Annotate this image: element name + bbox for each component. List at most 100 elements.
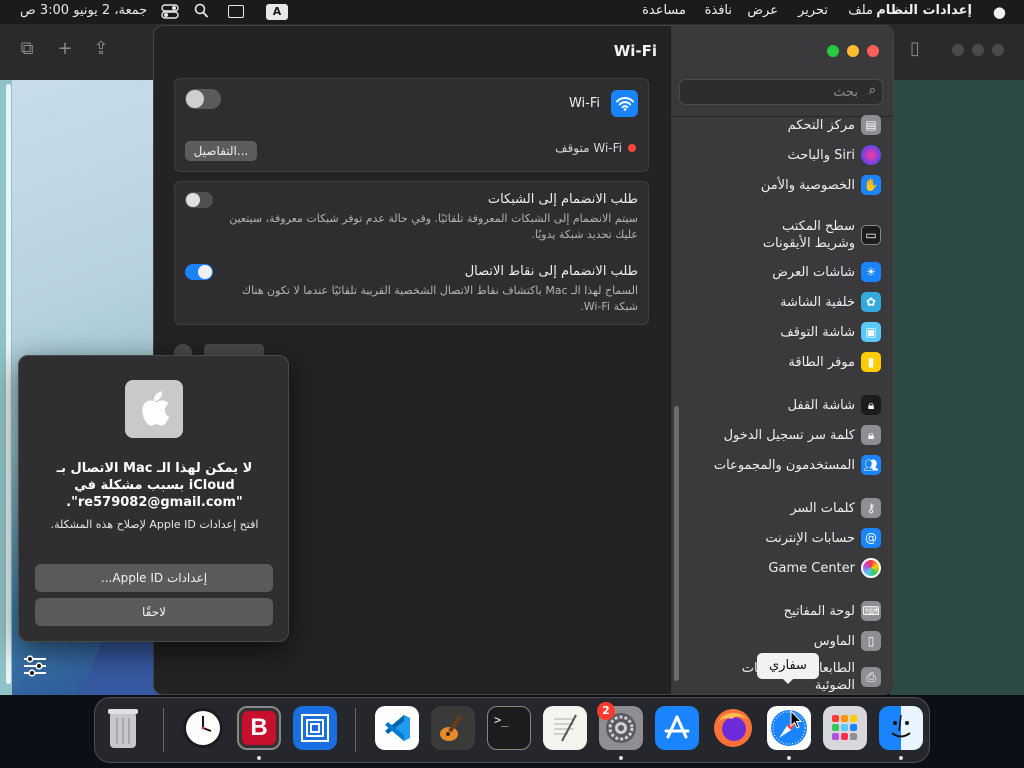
control-center-icon[interactable] [161, 4, 179, 19]
ask-join-hotspots-toggle[interactable] [185, 264, 213, 280]
menu-app-name[interactable]: إعدادات النظام [876, 3, 972, 18]
sidebar-item-label: شاشات العرض [772, 264, 855, 280]
textedit-icon[interactable] [543, 706, 587, 750]
copy-icon[interactable]: ⧉ [16, 38, 38, 60]
screens-app-icon[interactable] [293, 706, 337, 750]
dialog-title: لا يمكن لهذا الـ Mac الاتصال بـ iCloud ب… [56, 461, 253, 510]
finder-icon[interactable] [879, 706, 923, 750]
launchpad-icon[interactable] [823, 706, 867, 750]
sidebar-item-label: الخصوصية والأمن [760, 177, 855, 193]
battery-icon: ▮ [861, 352, 881, 372]
menu-help[interactable]: مساعدة [642, 3, 686, 18]
sidebar-item-passwords[interactable]: ⚷ كلمات السر [675, 498, 881, 518]
wifi-status-text: Wi-Fi متوقف [555, 141, 622, 155]
page-title: Wi-Fi [613, 42, 657, 60]
wifi-label: Wi-Fi [568, 96, 600, 111]
garageband-icon[interactable] [431, 706, 475, 750]
window-icon[interactable] [228, 5, 244, 18]
plus-icon[interactable]: + [54, 38, 76, 60]
sidebar-item-siri[interactable]: Siri والباحث [675, 145, 881, 165]
wifi-panel: Wi-Fi Wi-Fi متوقف التفاصيل... [174, 78, 649, 172]
menu-bar-clock[interactable]: جمعة، 2 يونيو 3:00 ص [20, 3, 147, 18]
bitdefender-icon[interactable]: B [237, 706, 281, 750]
share-icon[interactable]: ⇪ [90, 38, 112, 60]
sidebar-item-privacy[interactable]: ✋ الخصوصية والأمن [675, 175, 881, 195]
sidebar-item-label: لوحة المفاتيح [783, 603, 855, 619]
background-scroll-line [6, 84, 11, 684]
toggle-knob [186, 193, 200, 207]
clock-app-icon[interactable] [181, 706, 225, 750]
sidebar-item-label: كلمة سر تسجيل الدخول [723, 427, 855, 443]
sidebar-item-label: سطح المكتب وشريط الأيقونات [762, 219, 855, 251]
dialog-message: افتح إعدادات Apple ID لإصلاح هذه المشكلة… [50, 518, 259, 531]
sidebar-item-wallpaper[interactable]: ✿ خلفية الشاشة [675, 292, 881, 312]
sidebar-item-screensaver[interactable]: ▣ شاشة التوقف [675, 322, 881, 342]
window-control-dot[interactable] [992, 44, 1004, 56]
menu-view[interactable]: عرض [747, 3, 778, 18]
trash-icon[interactable] [101, 706, 145, 750]
wifi-status: Wi-Fi متوقف [555, 141, 636, 155]
menu-bar: ● إعدادات النظام ملف تحرير عرض نافذة مسا… [0, 0, 1024, 24]
background-window-right [890, 80, 1024, 695]
sidebar-item-internet-accounts[interactable]: @ حسابات الإنترنت [675, 528, 881, 548]
minimize-window-button[interactable] [847, 45, 859, 57]
window-control-dot[interactable] [972, 44, 984, 56]
dock-icon: ▭ [861, 225, 881, 245]
sidebar-item-energy-saver[interactable]: ▮ موفر الطاقة [675, 352, 881, 372]
apple-menu-icon[interactable]: ● [993, 3, 1006, 21]
keyboard-icon: ⌨ [861, 601, 881, 621]
lock-icon: 🔒︎ [861, 425, 881, 445]
sidebar-item-mouse[interactable]: ▯ الماوس [675, 631, 881, 651]
zoom-window-button[interactable] [827, 45, 839, 57]
settings-sidebar: ⌕ ▤ مركز التحكم Siri والباحث ✋ الخصوصية … [670, 26, 893, 694]
app-store-icon[interactable] [655, 706, 699, 750]
firefox-icon[interactable] [711, 706, 755, 750]
sidebar-item-label: شاشة القفل [787, 397, 855, 413]
later-button[interactable]: لاحقًا [35, 598, 273, 626]
privacy-hand-icon: ✋ [861, 175, 881, 195]
notification-badge: 2 [597, 702, 615, 720]
ask-join-networks-description: سيتم الانضمام إلى الشبكات المعروفة تلقائ… [229, 212, 638, 241]
sidebar-item-displays[interactable]: ☀ شاشات العرض [675, 262, 881, 282]
menu-file[interactable]: ملف [848, 3, 873, 18]
window-control-dot[interactable] [952, 44, 964, 56]
sidebar-item-login-password[interactable]: 🔒︎ كلمة سر تسجيل الدخول [675, 425, 881, 445]
sliders-icon[interactable] [22, 654, 48, 678]
sidebar-item-control-center[interactable]: ▤ مركز التحكم [675, 115, 881, 135]
menu-edit[interactable]: تحرير [798, 3, 828, 18]
sidebar-item-game-center[interactable]: Game Center [675, 558, 881, 578]
safari-icon[interactable] [767, 706, 811, 750]
sidebar-item-users-groups[interactable]: 👥︎ المستخدمون والمجموعات [675, 455, 881, 475]
details-button[interactable]: التفاصيل... [185, 141, 257, 161]
sidebar-search[interactable]: ⌕ [679, 79, 883, 105]
terminal-icon[interactable]: >_ [487, 706, 531, 750]
running-indicator [787, 756, 791, 760]
ask-join-networks-toggle[interactable] [185, 192, 213, 208]
menu-window[interactable]: نافذة [705, 3, 732, 18]
tooltip-tail [782, 678, 794, 684]
siri-icon [861, 145, 881, 165]
sidebar-item-lock-screen[interactable]: 🔒︎ شاشة القفل [675, 395, 881, 415]
sidebar-item-keyboard[interactable]: ⌨ لوحة المفاتيح [675, 601, 881, 621]
lock-screen-icon: 🔒︎ [861, 395, 881, 415]
spotlight-search-icon[interactable] [194, 3, 208, 19]
users-icon: 👥︎ [861, 455, 881, 475]
search-input[interactable] [698, 83, 858, 101]
sidebar-scrollbar[interactable] [674, 406, 679, 681]
vscode-icon[interactable] [375, 706, 419, 750]
sidebar-item-label: مركز التحكم [787, 117, 855, 133]
close-window-button[interactable] [867, 45, 879, 57]
sidebar-toggle-icon[interactable]: ▯ [904, 38, 926, 60]
at-icon: @ [861, 528, 881, 548]
control-center-icon: ▤ [861, 115, 881, 135]
sidebar-item-label: كلمات السر [790, 500, 855, 516]
sidebar-item-label: حسابات الإنترنت [765, 530, 855, 546]
input-source-indicator[interactable]: A [266, 4, 288, 20]
wifi-toggle[interactable] [185, 89, 221, 109]
dock: B >_ 2 [94, 697, 930, 763]
running-indicator [257, 756, 261, 760]
toggle-knob [186, 90, 204, 108]
sidebar-item-desktop-dock[interactable]: ▭ سطح المكتب وشريط الأيقونات [675, 218, 881, 252]
ask-join-networks-title: طلب الانضمام إلى الشبكات [487, 192, 638, 207]
apple-id-settings-button[interactable]: إعدادات Apple ID... [35, 564, 273, 592]
